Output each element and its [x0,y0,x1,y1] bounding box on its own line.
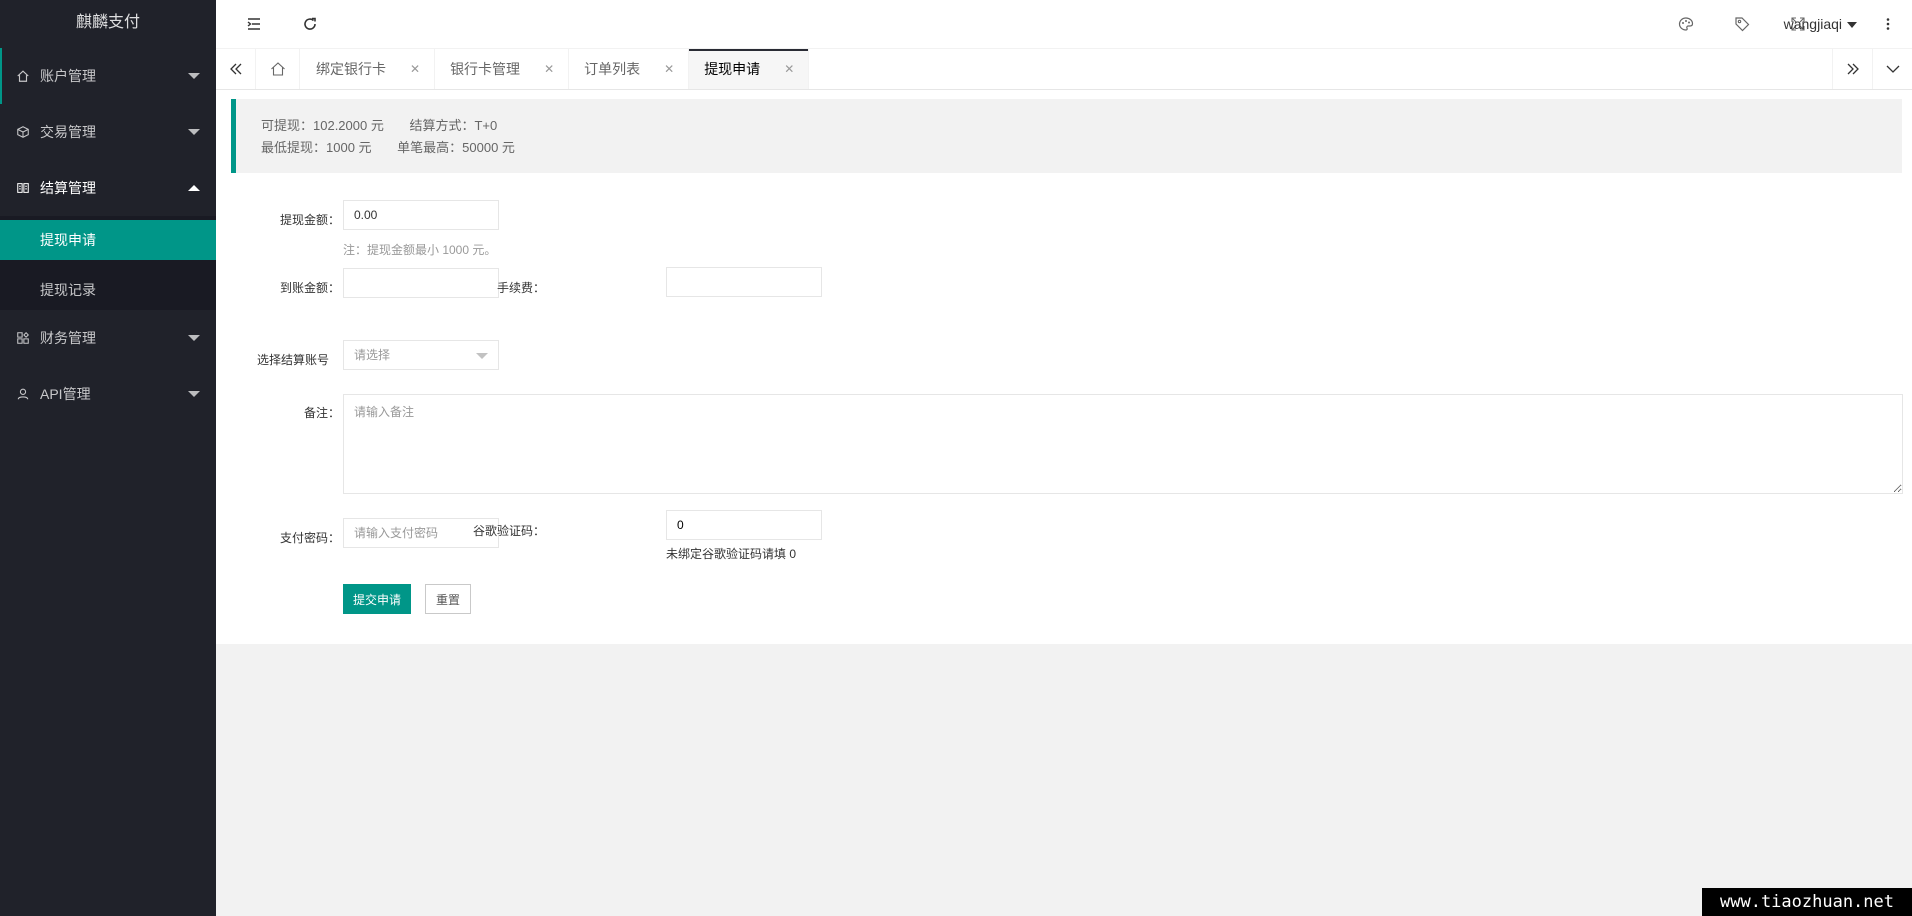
tab-order-list[interactable]: 订单列表 ✕ [569,49,690,89]
tab-bank-card-management[interactable]: 银行卡管理 ✕ [435,49,570,89]
amount-input[interactable] [343,200,499,230]
amount-hint: 注：提现金额最小 1000 元。 [343,243,497,257]
menu-fold-icon[interactable] [242,12,266,36]
tab-home[interactable] [256,49,300,89]
sidebar-subitem-withdraw-apply[interactable]: 提现申请 [0,220,216,260]
sidebar: 麒麟支付 账户管理 交易管理 结算管理 提现申请 提现记录 财务管理 API管理 [0,0,216,916]
user-menu[interactable]: wangjiaqi [1784,0,1857,49]
amount-label: 提现金额： [279,213,340,227]
pay-password-label: 支付密码： [279,531,340,545]
tabs-menu-button[interactable] [1872,49,1912,89]
withdraw-summary: 可提现：102.2000 元 结算方式：T+0 最低提现：1000 元 单笔最高… [231,99,1902,173]
summary-row: 可提现：102.2000 元 结算方式：T+0 [261,115,1902,137]
sidebar-item-api[interactable]: API管理 [0,366,216,422]
sidebar-item-label: 财务管理 [40,330,96,346]
cube-icon [16,125,30,139]
close-icon[interactable]: ✕ [664,49,674,89]
user-icon [16,387,30,401]
tab-bind-bank-card[interactable]: 绑定银行卡 ✕ [301,49,436,89]
sidebar-item-label: 账户管理 [40,68,96,84]
caret-down-icon [188,129,200,135]
sidebar-item-label: 结算管理 [40,180,96,196]
caret-down-icon [476,353,488,359]
tab-label: 提现申请 [704,61,761,77]
summary-row: 最低提现：1000 元 单笔最高：50000 元 [261,137,1902,159]
tabs-next-button[interactable] [1832,49,1872,89]
top-header: wangjiaqi [216,0,1912,49]
caret-down-icon [188,391,200,397]
settle-mode: 结算方式：T+0 [409,118,498,133]
sidebar-item-label: API管理 [40,386,91,402]
sidebar-item-account[interactable]: 账户管理 [0,48,216,104]
caret-down-icon [188,73,200,79]
sidebar-item-finance[interactable]: 财务管理 [0,310,216,366]
close-icon[interactable]: ✕ [784,49,794,89]
settlement-icon [16,181,30,195]
home-icon [270,62,285,76]
caret-down-icon [188,335,200,341]
min-withdraw: 最低提现：1000 元 [261,140,372,155]
fee-input[interactable] [666,267,822,297]
remark-label: 备注： [303,406,340,420]
close-icon[interactable]: ✕ [544,49,554,89]
refresh-icon[interactable] [298,12,322,36]
submit-button[interactable]: 提交申请 [343,584,412,614]
tabs-bar: 绑定银行卡 ✕ 银行卡管理 ✕ 订单列表 ✕ 提现申请 ✕ [216,49,1912,90]
double-chevron-left-icon [229,63,241,75]
settlement-account-label: 选择结算账号 [256,353,329,367]
select-placeholder: 请选择 [354,348,391,362]
remark-textarea[interactable] [343,394,1903,494]
username: wangjiaqi [1783,16,1842,32]
available-amount: 可提现：102.2000 元 [261,118,384,133]
close-icon[interactable]: ✕ [410,49,420,89]
reset-button[interactable]: 重置 [425,584,472,614]
arrival-amount-label: 到账金额： [279,281,340,295]
tabs-list: 绑定银行卡 ✕ 银行卡管理 ✕ 订单列表 ✕ 提现申请 ✕ [301,49,810,89]
settlement-account-select[interactable]: 请选择 [343,340,499,370]
theme-icon[interactable] [1674,12,1698,36]
sidebar-item-trade[interactable]: 交易管理 [0,104,216,160]
app-logo[interactable]: 麒麟支付 [0,0,216,48]
double-chevron-right-icon [1847,63,1859,75]
tab-label: 订单列表 [584,61,641,77]
tab-withdraw-apply[interactable]: 提现申请 ✕ [689,49,810,89]
chevron-down-icon [1886,65,1899,73]
more-icon[interactable] [1876,12,1900,36]
note-icon[interactable] [1730,12,1754,36]
caret-up-icon [188,185,200,191]
withdraw-form-panel: 可提现：102.2000 元 结算方式：T+0 最低提现：1000 元 单笔最高… [216,90,1912,644]
tab-label: 银行卡管理 [450,61,521,77]
sidebar-subitem-withdraw-records[interactable]: 提现记录 [0,270,216,310]
sidebar-item-label: 交易管理 [40,124,96,140]
google-code-hint: 未绑定谷歌验证码请填 0 [666,547,797,561]
caret-down-icon [1847,22,1857,29]
tab-label: 绑定银行卡 [316,61,386,77]
google-code-label: 谷歌验证码： [472,524,545,538]
max-single: 单笔最高：50000 元 [397,140,515,155]
watermark: www.tiaozhuan.net [1702,888,1912,916]
home-icon [16,69,30,83]
apps-icon [16,331,30,345]
google-code-input[interactable] [666,510,822,540]
settlement-submenu: 提现申请 提现记录 [0,216,216,310]
fee-label: 手续费： [496,281,545,295]
sidebar-item-settlement[interactable]: 结算管理 [0,160,216,216]
tabs-prev-button[interactable] [216,49,256,89]
